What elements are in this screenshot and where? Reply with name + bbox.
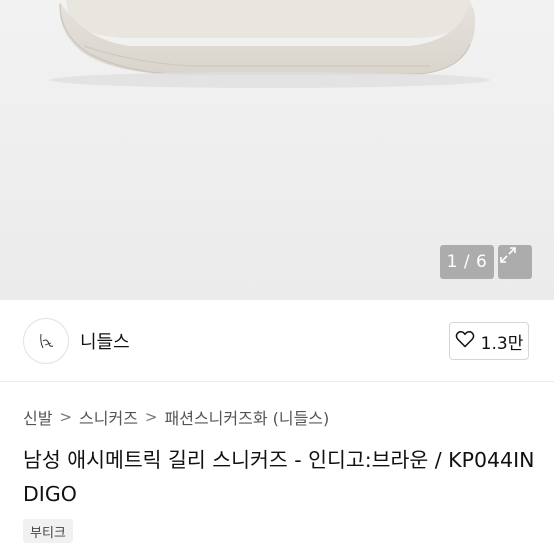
like-button[interactable]: 1.3만 (449, 322, 529, 360)
breadcrumb-item-fashion-sneakers[interactable]: 패션스니커즈화 (니들스) (165, 405, 330, 429)
shop-info: 니들스 1.3만 (0, 300, 554, 382)
breadcrumb-item-sneakers[interactable]: 스니커즈 (79, 405, 138, 429)
shop-logo (40, 333, 54, 349)
breadcrumb-separator: > (59, 408, 73, 426)
breadcrumb-item-shoes[interactable]: 신발 (23, 405, 52, 429)
product-title: 남성 애시메트릭 길리 스니커즈 - 인디고:브라운 / KP044INDIGO (23, 448, 535, 506)
image-counter: 1 / 6 (440, 245, 494, 279)
breadcrumb: 신발 > 스니커즈 > 패션스니커즈화 (니들스) (23, 405, 329, 429)
shop-name[interactable]: 니들스 (80, 328, 130, 354)
product-tag: 부티크 (23, 519, 73, 543)
expand-button[interactable] (498, 245, 532, 279)
heart-outline-icon (455, 330, 475, 353)
shop-logo-avatar[interactable] (23, 318, 69, 364)
product-image[interactable]: 1 / 6 (0, 0, 554, 300)
breadcrumb-separator: > (144, 408, 158, 426)
like-count: 1.3만 (480, 333, 524, 354)
